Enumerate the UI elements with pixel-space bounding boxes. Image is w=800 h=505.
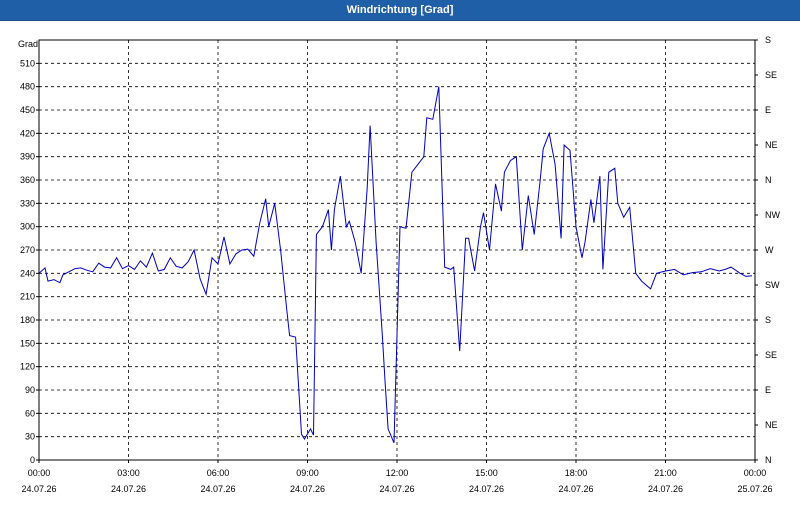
right-axis-label: NE [765, 140, 778, 150]
x-tick-time-label: 15:00 [475, 468, 498, 478]
grid-layer [38, 40, 756, 461]
y-tick-label: 60 [25, 408, 35, 418]
right-axis-label: S [765, 315, 771, 325]
x-tick-date-label: 24.07.26 [469, 484, 504, 494]
right-axis-label: NE [765, 420, 778, 430]
x-tick-date-label: 24.07.26 [558, 484, 593, 494]
x-tick-date-label: 24.07.26 [21, 484, 56, 494]
right-axis-label: SE [765, 70, 777, 80]
wind-direction-chart: Grad 0 30 60 90 120 150 180 210 240 270 300 330 360 3… [18, 35, 780, 494]
y-tick-label: 510 [20, 58, 35, 68]
right-axis-label: W [765, 245, 774, 255]
x-tick-date-label: 25.07.26 [737, 484, 772, 494]
x-tick-date-label: 24.07.26 [290, 484, 325, 494]
x-tick-date-label: 24.07.26 [200, 484, 235, 494]
y-tick-label: 330 [20, 198, 35, 208]
y-tick-label: 180 [20, 315, 35, 325]
y-tick-label: 240 [20, 268, 35, 278]
y-tick-label: 390 [20, 152, 35, 162]
x-tick-date-label: 24.07.26 [379, 484, 414, 494]
y-tick-label: 90 [25, 385, 35, 395]
right-axis-label: SW [765, 280, 780, 290]
y-tick-label: 270 [20, 245, 35, 255]
y-axis-title: Grad [18, 39, 38, 49]
right-axis-label: NW [765, 210, 780, 220]
right-axis-label: SE [765, 350, 777, 360]
series-line-wind-direction [38, 86, 753, 444]
x-tick-time-label: 00:00 [28, 468, 51, 478]
right-axis-label: E [765, 385, 771, 395]
x-tick-time-label: 03:00 [117, 468, 140, 478]
x-tick-time-label: 00:00 [744, 468, 767, 478]
y-tick-label: 150 [20, 338, 35, 348]
series-layer [38, 86, 753, 444]
y-tick-label: 0 [30, 455, 35, 465]
window-title: Windrichtung [Grad] [346, 4, 454, 16]
x-tick-time-label: 21:00 [654, 468, 677, 478]
y-tick-label: 300 [20, 222, 35, 232]
x-tick-date-label: 24.07.26 [111, 484, 146, 494]
chart-area: Grad 0 30 60 90 120 150 180 210 240 270 300 330 360 3… [0, 21, 800, 500]
right-axis-label: E [765, 105, 771, 115]
right-axis-label: S [765, 35, 771, 45]
x-tick-time-label: 18:00 [565, 468, 588, 478]
right-axis-label: N [765, 455, 772, 465]
y-tick-label: 450 [20, 105, 35, 115]
window-titlebar: Windrichtung [Grad] [0, 0, 800, 21]
y-tick-label: 420 [20, 128, 35, 138]
x-tick-time-label: 06:00 [207, 468, 230, 478]
y-tick-label: 30 [25, 432, 35, 442]
x-tick-time-label: 12:00 [386, 468, 409, 478]
y-tick-label: 480 [20, 82, 35, 92]
x-tick-time-label: 09:00 [296, 468, 319, 478]
y-tick-label: 210 [20, 292, 35, 302]
y-tick-label: 120 [20, 362, 35, 372]
right-axis-label: N [765, 175, 772, 185]
x-tick-date-label: 24.07.26 [648, 484, 683, 494]
y-tick-label: 360 [20, 175, 35, 185]
